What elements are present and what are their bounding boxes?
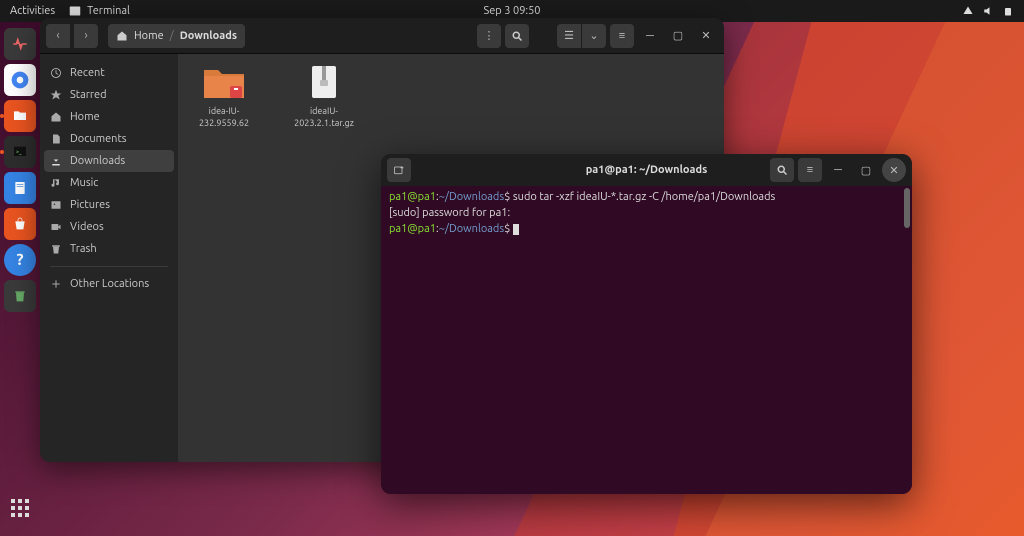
breadcrumb-current[interactable]: Downloads (180, 30, 237, 42)
sidebar-item-label: Home (70, 111, 100, 123)
more-button[interactable]: ⋮ (477, 24, 501, 48)
sidebar-item-label: Music (70, 177, 98, 189)
sidebar-item-label: Videos (70, 221, 104, 233)
sidebar-item-videos[interactable]: Videos (40, 216, 178, 238)
dock-system-monitor[interactable] (4, 28, 36, 60)
dock-chrome[interactable] (4, 64, 36, 96)
file-item[interactable]: ideaIU-2023.2.1.tar.gz (288, 64, 360, 129)
power-icon (1002, 5, 1014, 17)
sidebar-item-label: Pictures (70, 199, 110, 211)
plus-icon (50, 278, 62, 290)
active-app-menu[interactable]: Terminal (69, 5, 130, 17)
hamburger-button[interactable]: ≡ (610, 24, 634, 48)
search-button[interactable] (505, 24, 529, 48)
home-icon (116, 30, 128, 42)
clock-icon (50, 67, 62, 79)
download-icon (50, 155, 62, 167)
file-item[interactable]: idea-IU-232.9559.62 (188, 64, 260, 129)
terminal-body[interactable]: pa1@pa1:~/Downloads$ sudo tar -xzf ideaI… (381, 186, 912, 494)
sidebar-item-label: Recent (70, 67, 105, 79)
trash-icon (50, 243, 62, 255)
breadcrumb[interactable]: Home / Downloads (108, 24, 245, 48)
icon-view-button[interactable]: ☰ (557, 24, 581, 48)
sidebar-item-home[interactable]: Home (40, 106, 178, 128)
sidebar-item-pictures[interactable]: Pictures (40, 194, 178, 216)
file-label: ideaIU-2023.2.1.tar.gz (288, 106, 360, 129)
terminal-close[interactable]: ✕ (882, 158, 906, 182)
file-label: idea-IU-232.9559.62 (188, 106, 260, 129)
sidebar-item-label: Trash (70, 243, 97, 255)
clock[interactable]: Sep 3 09:50 (483, 5, 540, 17)
breadcrumb-home[interactable]: Home (134, 30, 164, 42)
system-tray[interactable] (962, 5, 1024, 17)
terminal-line: pa1@pa1:~/Downloads$ (389, 222, 904, 238)
files-titlebar: ‹ › Home / Downloads ⋮ ☰ ⌄ ≡ ─ ▢ ✕ (40, 18, 724, 54)
picture-icon (50, 199, 62, 211)
scrollbar[interactable] (904, 188, 910, 228)
maximize-button[interactable]: ▢ (666, 24, 690, 48)
terminal-titlebar: pa1@pa1: ~/Downloads ≡ ─ ▢ ✕ (381, 154, 912, 186)
forward-button[interactable]: › (74, 24, 98, 48)
sidebar-item-trash[interactable]: Trash (40, 238, 178, 260)
archive-icon (302, 64, 346, 100)
dock-show-apps[interactable] (4, 492, 36, 524)
svg-text:>_: >_ (16, 149, 22, 155)
close-button[interactable]: ✕ (694, 24, 718, 48)
sidebar-item-label: Starred (70, 89, 107, 101)
dock-trash[interactable] (4, 280, 36, 312)
view-dropdown[interactable]: ⌄ (582, 24, 606, 48)
sidebar-item-label: Documents (70, 133, 127, 145)
terminal-maximize[interactable]: ▢ (854, 158, 878, 182)
sidebar-item-recent[interactable]: Recent (40, 62, 178, 84)
search-icon (511, 30, 523, 42)
new-tab-icon (393, 164, 405, 176)
sidebar-item-label: Other Locations (70, 278, 149, 290)
activities-button[interactable]: Activities (10, 5, 55, 17)
network-icon (962, 5, 974, 17)
terminal-hamburger[interactable]: ≡ (798, 158, 822, 182)
doc-icon (50, 133, 62, 145)
active-app-label: Terminal (87, 5, 130, 17)
minimize-button[interactable]: ─ (638, 24, 662, 48)
back-button[interactable]: ‹ (46, 24, 70, 48)
dock-help[interactable]: ? (4, 244, 36, 276)
files-sidebar: Recent Starred Home Documents Downloads Music… (40, 54, 178, 462)
volume-icon (982, 5, 994, 17)
dock: >_ ? (0, 22, 40, 536)
sidebar-item-label: Downloads (70, 155, 125, 167)
sidebar-item-downloads[interactable]: Downloads (44, 150, 174, 172)
video-icon (50, 221, 62, 233)
terminal-line: [sudo] password for pa1: (389, 206, 904, 222)
sidebar-item-starred[interactable]: Starred (40, 84, 178, 106)
dock-files[interactable] (4, 100, 36, 132)
terminal-icon (69, 5, 81, 17)
search-icon (776, 164, 788, 176)
music-icon (50, 177, 62, 189)
sidebar-item-music[interactable]: Music (40, 172, 178, 194)
dock-software-store[interactable] (4, 208, 36, 240)
sidebar-item-documents[interactable]: Documents (40, 128, 178, 150)
terminal-minimize[interactable]: ─ (826, 158, 850, 182)
dock-text-editor[interactable] (4, 172, 36, 204)
dock-terminal[interactable]: >_ (4, 136, 36, 168)
folder-icon (202, 64, 246, 100)
terminal-search-button[interactable] (770, 158, 794, 182)
sidebar-item-other-locations[interactable]: Other Locations (40, 273, 178, 295)
star-icon (50, 89, 62, 101)
terminal-title: pa1@pa1: ~/Downloads (586, 164, 708, 176)
terminal-window: pa1@pa1: ~/Downloads ≡ ─ ▢ ✕ pa1@pa1:~/D… (381, 154, 912, 494)
new-tab-button[interactable] (387, 158, 411, 182)
home-icon (50, 111, 62, 123)
terminal-line: pa1@pa1:~/Downloads$ sudo tar -xzf ideaI… (389, 190, 904, 206)
